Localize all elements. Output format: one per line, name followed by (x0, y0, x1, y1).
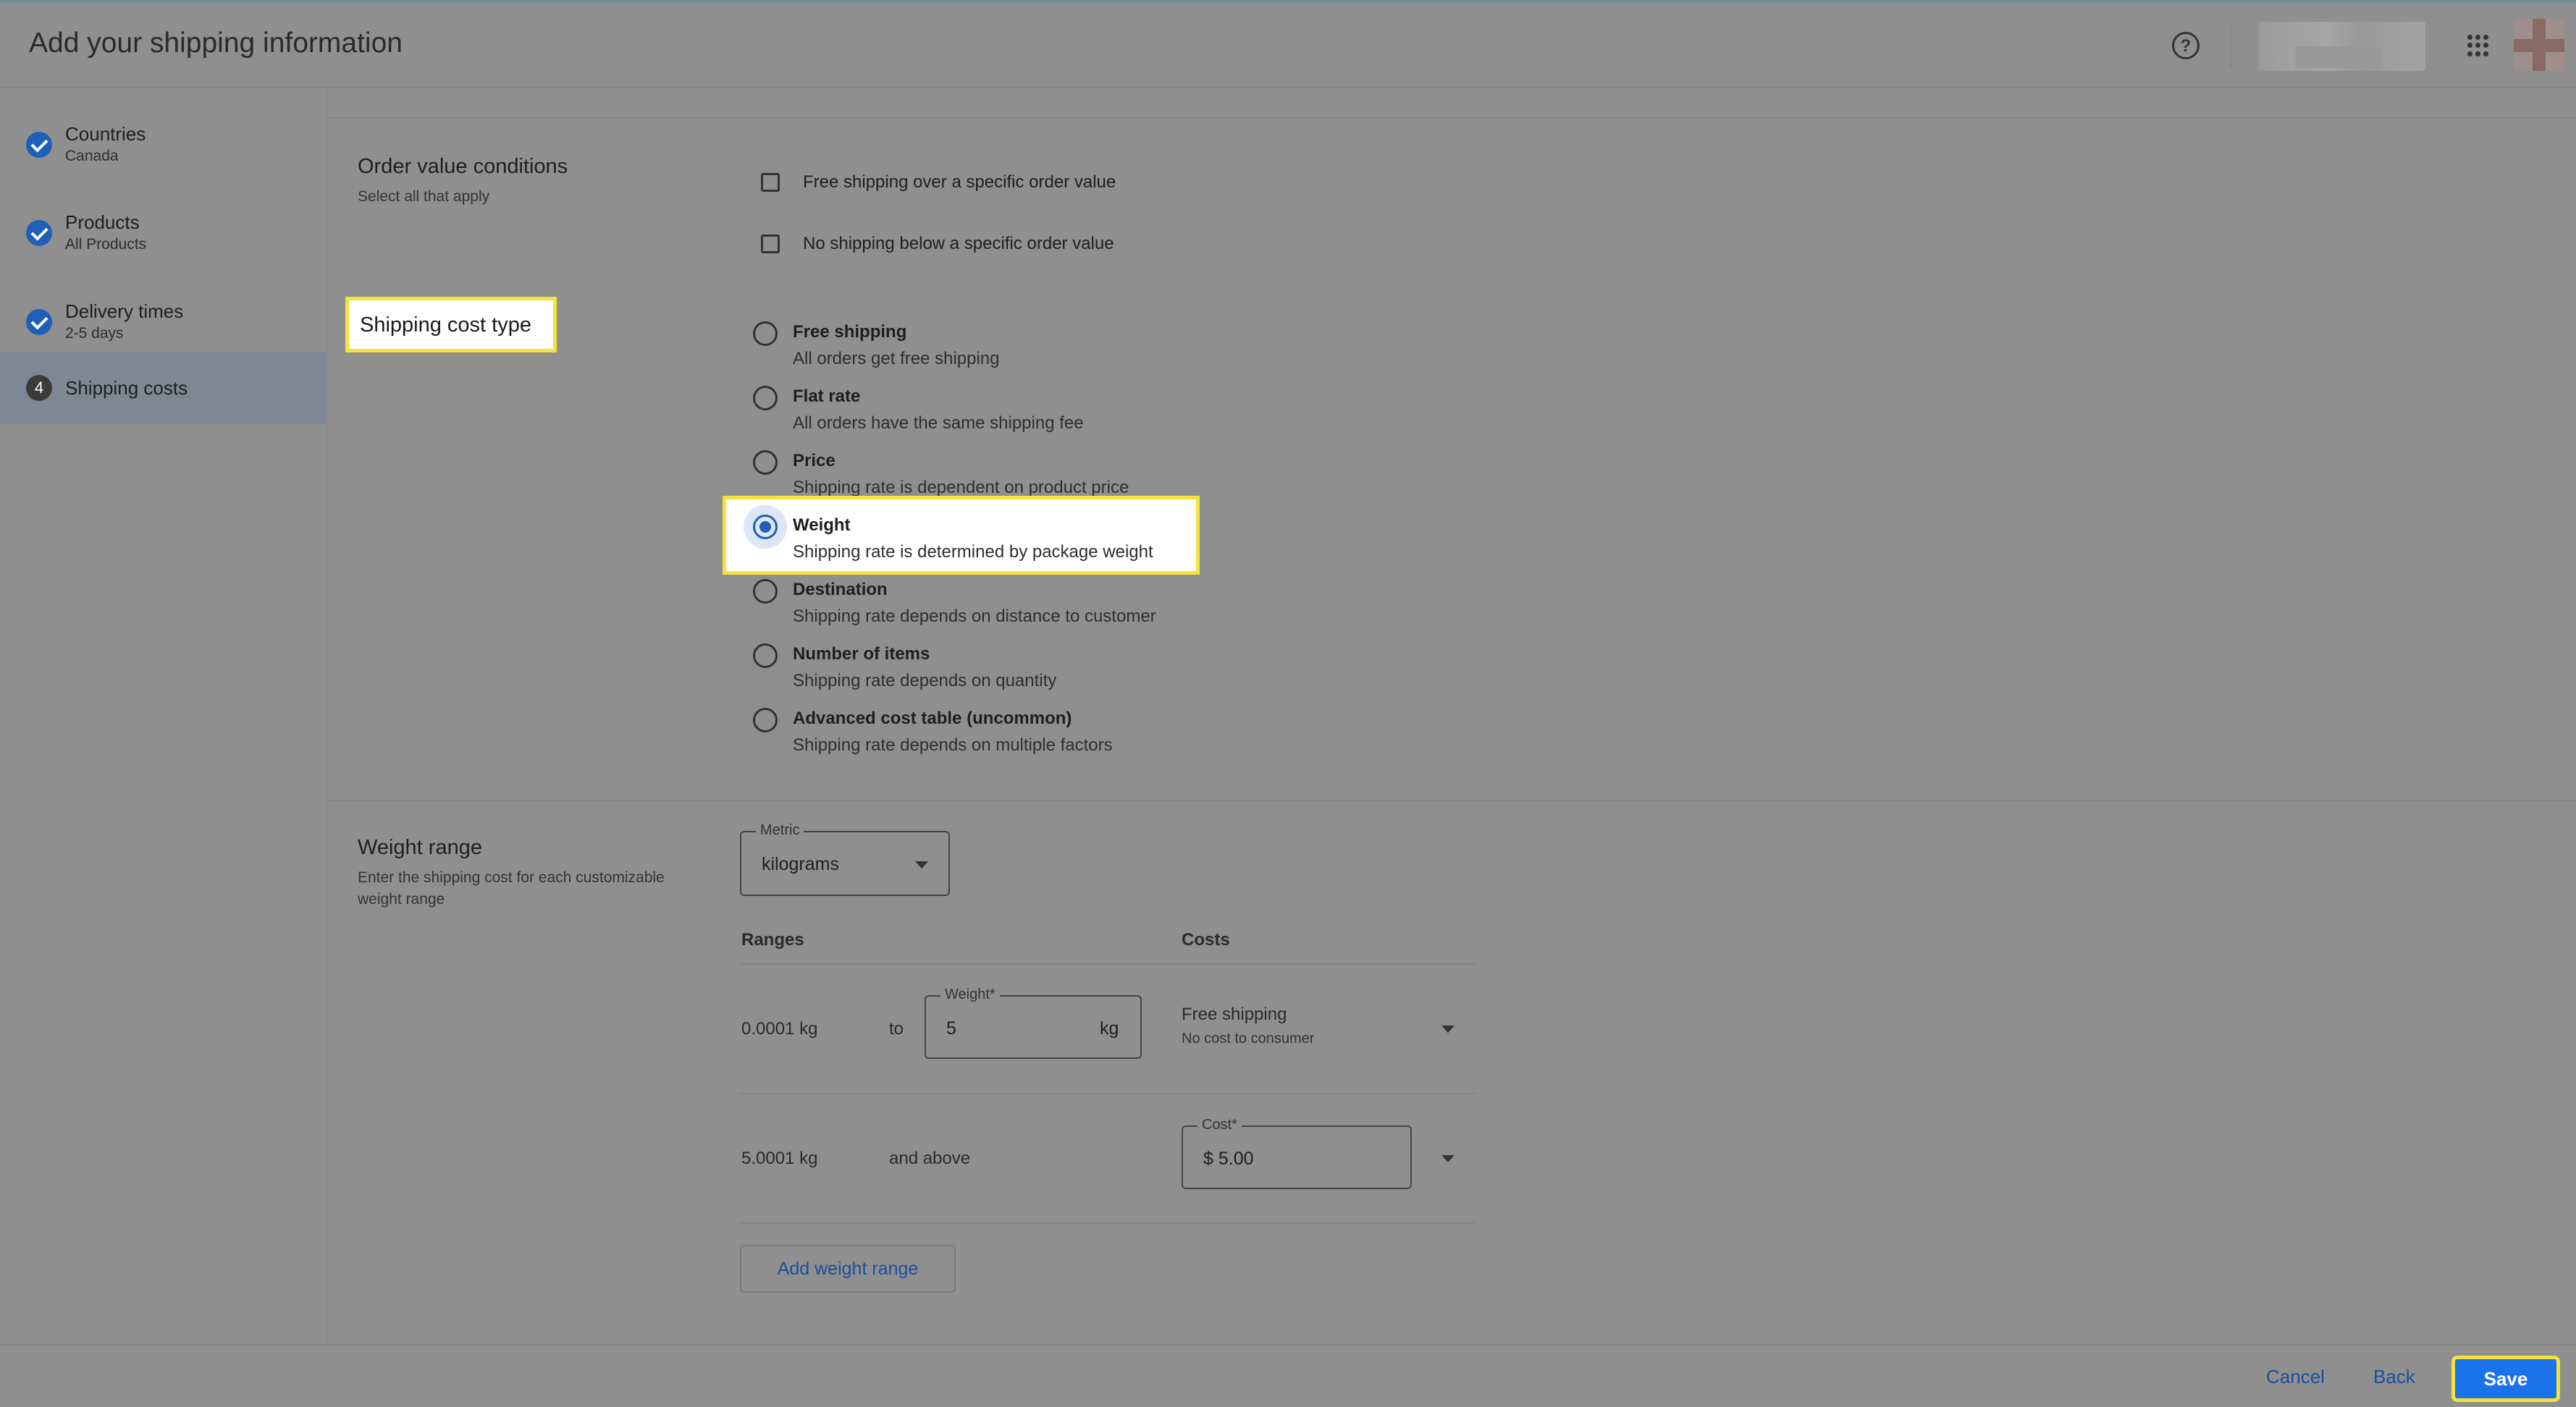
radio-advanced-cost-table[interactable] (753, 708, 778, 732)
unit-suffix: kg (1100, 1018, 1119, 1039)
step-sub: Canada (65, 148, 119, 164)
step-label: Shipping costs (65, 377, 188, 399)
save-button[interactable]: Save (2451, 1356, 2560, 1402)
field-value: kilograms (762, 854, 839, 874)
step-sub: All Products (65, 236, 147, 253)
add-weight-range-button[interactable]: Add weight range (740, 1245, 956, 1293)
no-shipping-below-checkbox[interactable] (761, 234, 780, 253)
step-shipping-costs[interactable]: 4 Shipping costs (0, 352, 326, 424)
weight-range-subtitle: Enter the shipping cost for each customi… (358, 869, 665, 908)
chevron-down-icon[interactable] (1441, 1026, 1455, 1033)
radio-weight[interactable] (753, 515, 778, 539)
step-label: Products (65, 211, 140, 233)
radio-sub: Shipping rate depends on quantity (793, 671, 1057, 690)
sidebar-stepper: Countries Canada Products All Products D… (0, 88, 327, 1344)
radio-price[interactable] (753, 450, 778, 475)
field-value: $ 5.00 (1203, 1149, 1254, 1169)
free-shipping-over-checkbox[interactable] (761, 173, 780, 192)
range-to-text: and above (889, 1149, 971, 1168)
check-icon (26, 132, 52, 158)
radio-label: Price (793, 451, 835, 470)
cost-title: Free shipping (1182, 1005, 1287, 1024)
radio-label: Destination (793, 580, 888, 599)
radio-sub: All orders have the same shipping fee (793, 413, 1084, 433)
radio-label: Free shipping (793, 322, 907, 342)
order-value-title: Order value conditions (358, 155, 568, 178)
cost-sub: No cost to consumer (1182, 1031, 1315, 1047)
range-to-text: to (889, 1019, 904, 1039)
col-header-ranges: Ranges (741, 930, 804, 950)
step-label: Countries (65, 123, 146, 145)
radio-sub: All orders get free shipping (793, 349, 1000, 368)
table-divider (740, 1093, 1476, 1094)
weight-input[interactable]: Weight* 5 kg (925, 986, 1142, 1059)
section-divider (327, 800, 2576, 801)
step-sub: 2-5 days (65, 325, 124, 342)
weight-range-title: Weight range (358, 836, 482, 859)
range-from: 5.0001 kg (741, 1149, 818, 1168)
cost-type-title-highlight: Shipping cost type (345, 297, 557, 352)
table-divider (740, 1222, 1476, 1224)
step-delivery-times[interactable]: Delivery times 2-5 days (0, 279, 326, 351)
chevron-down-icon (915, 861, 928, 869)
metric-select[interactable]: Metric kilograms (740, 822, 950, 896)
cost-type-title: Shipping cost type (360, 313, 531, 337)
radio-label: Weight (793, 515, 851, 535)
order-value-subtitle: Select all that apply (358, 188, 490, 205)
cancel-button[interactable]: Cancel (2266, 1366, 2325, 1388)
radio-sub: Shipping rate depends on distance to cus… (793, 607, 1156, 626)
check-icon (26, 309, 52, 335)
header: Add your shipping information ? (0, 3, 2576, 88)
page-title: Add your shipping information (29, 28, 403, 59)
step-countries[interactable]: Countries Canada (0, 101, 326, 174)
step-products[interactable]: Products All Products (0, 190, 326, 262)
field-label: Weight* (940, 986, 1000, 1003)
radio-free-shipping[interactable] (753, 321, 778, 346)
col-header-costs: Costs (1182, 930, 1230, 950)
radio-number-of-items[interactable] (753, 643, 778, 668)
footer: Cancel Back Save (0, 1344, 2576, 1407)
cost-input[interactable]: Cost* $ 5.00 (1182, 1117, 1412, 1189)
account-info[interactable] (2259, 22, 2425, 71)
radio-label: Advanced cost table (uncommon) (793, 709, 1072, 728)
back-button[interactable]: Back (2373, 1366, 2415, 1388)
field-label: Metric (756, 822, 804, 839)
table-divider (740, 963, 1476, 965)
radio-label: Flat rate (793, 386, 861, 406)
radio-sub: Shipping rate depends on multiple factor… (793, 735, 1113, 755)
avatar[interactable] (2514, 19, 2564, 71)
range-from: 0.0001 kg (741, 1019, 818, 1039)
field-value: 5 (946, 1018, 956, 1039)
check-icon (26, 220, 52, 246)
help-icon[interactable]: ? (2172, 32, 2200, 59)
radio-flat-rate[interactable] (753, 386, 778, 410)
field-label: Cost* (1197, 1117, 1242, 1133)
step-number: 4 (26, 375, 52, 401)
header-divider (2230, 25, 2231, 68)
radio-label: Number of items (793, 644, 930, 664)
checkbox-label: Free shipping over a specific order valu… (803, 172, 1116, 192)
radio-destination[interactable] (753, 579, 778, 604)
radio-sub: Shipping rate is dependent on product pr… (793, 478, 1129, 497)
apps-grid-icon[interactable] (2467, 35, 2489, 56)
chevron-down-icon[interactable] (1441, 1155, 1455, 1162)
checkbox-label: No shipping below a specific order value (803, 234, 1114, 253)
step-label: Delivery times (65, 300, 184, 322)
section-divider (327, 117, 2576, 119)
radio-sub: Shipping rate is determined by package w… (793, 542, 1153, 562)
